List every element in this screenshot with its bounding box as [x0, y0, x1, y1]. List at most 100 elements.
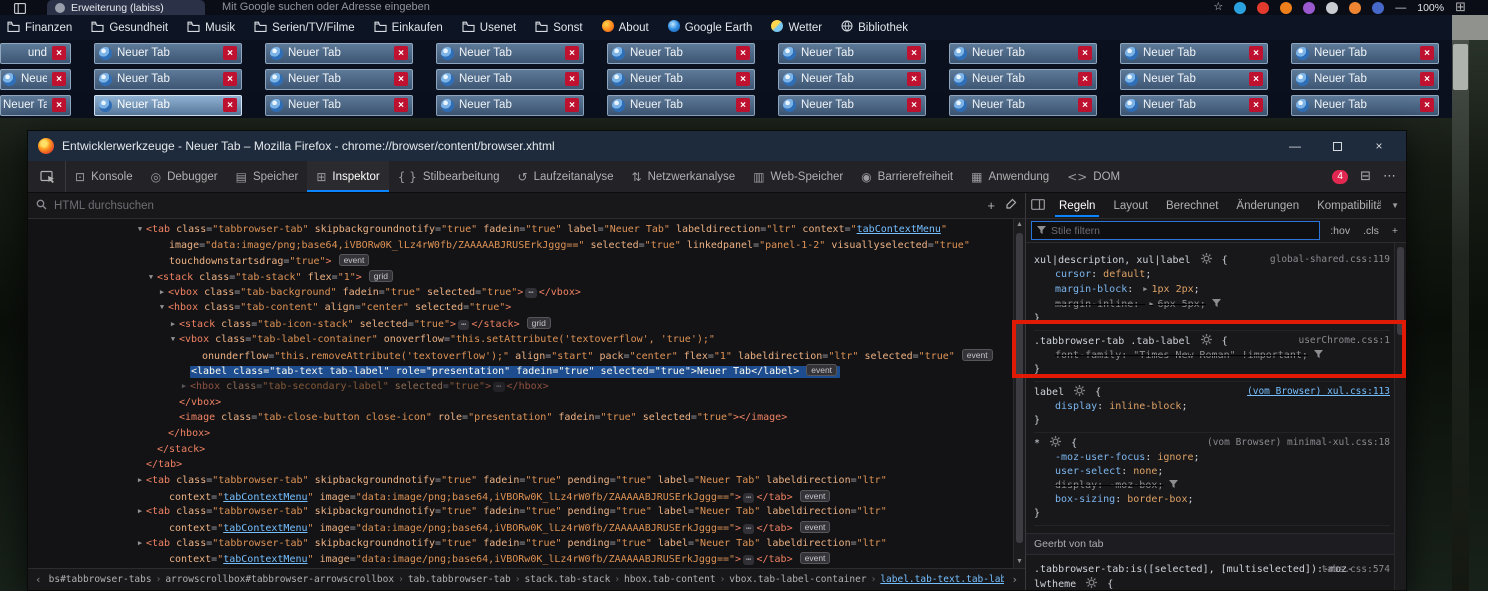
extension-icon-3[interactable]: [1280, 2, 1292, 14]
tab-close-button[interactable]: ×: [394, 46, 408, 60]
css-property[interactable]: box-sizing: border-box;: [1034, 493, 1390, 507]
markup-line[interactable]: ▼<tab class="tabbrowser-tab" skipbackgro…: [28, 222, 1013, 238]
css-property[interactable]: font-family: "Times New Roman" !importan…: [1034, 349, 1390, 363]
twisty-icon[interactable]: ▼: [134, 222, 146, 238]
tool-tab-debugger[interactable]: ◎Debugger: [142, 161, 227, 192]
tab-close-button[interactable]: ×: [52, 46, 66, 60]
tab-close-button[interactable]: ×: [1249, 46, 1263, 60]
event-badge[interactable]: event: [800, 521, 831, 533]
overridden-filter-icon[interactable]: [1212, 299, 1221, 308]
rule-source-link[interactable]: userChrome.css:1: [1298, 334, 1390, 348]
minimize-icon[interactable]: —: [1395, 2, 1406, 14]
twisty-icon[interactable]: ▶: [134, 473, 146, 489]
css-property[interactable]: display: inline-block;: [1034, 400, 1390, 414]
breadcrumb-item[interactable]: vbox.tab-label-container: [729, 574, 866, 585]
twisty-icon[interactable]: ▶: [167, 317, 179, 332]
markup-line[interactable]: ▼<hbox class="tab-content" align="center…: [28, 300, 1013, 316]
rule-source-link[interactable]: tabs.css:574: [1321, 563, 1390, 577]
event-badge[interactable]: event: [800, 552, 831, 564]
markup-line[interactable]: </tab>: [28, 457, 1013, 473]
browser-tab[interactable]: Neuer Tab×: [778, 43, 926, 64]
browser-tab[interactable]: Neuer Tab×: [265, 95, 413, 116]
bookmark-item[interactable]: Finanzen: [7, 21, 72, 35]
add-rule-button[interactable]: +: [1389, 225, 1401, 237]
error-count-badge[interactable]: 4: [1332, 170, 1348, 184]
attribute-link[interactable]: tabContextMenu: [857, 224, 941, 235]
tool-tab-inspektor[interactable]: ⊞Inspektor: [307, 161, 388, 192]
sidebar-tab-berechnet[interactable]: Berechnet: [1158, 196, 1226, 216]
tool-tab-barrierefreiheit[interactable]: ◉Barrierefreiheit: [852, 161, 962, 192]
sidebar-tab-layout[interactable]: Layout: [1105, 196, 1156, 216]
tool-tab-anwendung[interactable]: ▦Anwendung: [962, 161, 1058, 192]
meatball-menu-icon[interactable]: ⋯: [1383, 169, 1396, 184]
tab-close-button[interactable]: ×: [1249, 98, 1263, 112]
tool-tab-stilbearbeitung[interactable]: { }Stilbearbeitung: [389, 161, 509, 192]
browser-tab[interactable]: Neuer Tab×: [778, 95, 926, 116]
rule-source-link[interactable]: (vom Browser) xul.css:113: [1247, 385, 1390, 399]
extension-icon-2[interactable]: [1257, 2, 1269, 14]
browser-tab[interactable]: Neuer Tab×: [1120, 95, 1268, 116]
markup-line[interactable]: ▶<stack class="tab-icon-stack" selected=…: [28, 316, 1013, 332]
tab-close-button[interactable]: ×: [52, 72, 66, 86]
expand-longhands-icon[interactable]: ▶: [1149, 300, 1153, 308]
bookmark-item[interactable]: Bibliothek: [841, 20, 908, 35]
zoom-indicator[interactable]: 100%: [1417, 2, 1444, 14]
event-badge[interactable]: event: [806, 364, 837, 376]
markup-line[interactable]: context="tabContextMenu" image="data:ima…: [28, 551, 1013, 567]
scrollbar-thumb[interactable]: [1016, 233, 1023, 543]
rule-toggle-gear-icon[interactable]: [1201, 334, 1212, 345]
browser-tab[interactable]: Neuer Tab×: [949, 69, 1097, 90]
tab-close-button[interactable]: ×: [223, 72, 237, 86]
tool-tab-dom[interactable]: <>DOM: [1058, 161, 1129, 192]
markup-line-selected[interactable]: <label class="tab-text tab-label" role="…: [28, 363, 1013, 379]
tool-tab-netzwerkanalyse[interactable]: ⇅Netzwerkanalyse: [623, 161, 745, 192]
twisty-icon[interactable]: ▶: [134, 567, 146, 568]
bookmark-item[interactable]: Wetter: [771, 20, 822, 35]
bookmark-item[interactable]: Google Earth: [668, 20, 753, 35]
add-node-icon[interactable]: +: [987, 198, 995, 213]
sidebar-tab-änderungen[interactable]: Änderungen: [1228, 196, 1307, 216]
browser-tab-selected[interactable]: Neuer Tab×: [94, 95, 242, 116]
collapsed-ellipsis[interactable]: ⋯: [525, 288, 536, 298]
tab-close-button[interactable]: ×: [1420, 46, 1434, 60]
tab-close-button[interactable]: ×: [907, 72, 921, 86]
sidebar-tab-kompatibilität[interactable]: Kompatibilität: [1309, 196, 1381, 216]
browser-tab[interactable]: Neuer Tab×: [436, 69, 584, 90]
tool-tab-speicher[interactable]: ▤Speicher: [227, 161, 308, 192]
bookmark-item[interactable]: Sonst: [535, 21, 582, 35]
breadcrumb-item[interactable]: stack.tab-stack: [525, 574, 611, 585]
toggle-pseudo-classes-button[interactable]: :hov: [1327, 225, 1353, 237]
bookmark-item[interactable]: Gesundheit: [91, 21, 168, 35]
browser-tab[interactable]: Neuer Tab×: [607, 43, 755, 64]
markup-line[interactable]: <image class="tab-close-button close-ico…: [28, 410, 1013, 426]
bookmark-item[interactable]: Usenet: [462, 21, 516, 35]
tool-tab-web-speicher[interactable]: ▥Web-Speicher: [744, 161, 852, 192]
rule-toggle-gear-icon[interactable]: [1201, 253, 1212, 264]
collapsed-ellipsis[interactable]: ⋯: [743, 555, 754, 565]
tab-close-button[interactable]: ×: [736, 98, 750, 112]
twisty-icon[interactable]: ▼: [156, 300, 168, 316]
twisty-icon[interactable]: ▶: [134, 504, 146, 520]
browser-tab[interactable]: Neuer Tab×: [778, 69, 926, 90]
browser-tab[interactable]: Neuer Tab×: [436, 95, 584, 116]
element-picker-icon[interactable]: [30, 161, 66, 192]
attribute-link[interactable]: tabContextMenu: [223, 492, 307, 503]
browser-tab[interactable]: Neuer Tab×: [1291, 95, 1439, 116]
extension-icon-7[interactable]: [1372, 2, 1384, 14]
markup-line[interactable]: ▶<tab class="tabbrowser-tab" skipbackgro…: [28, 567, 1013, 568]
attribute-link[interactable]: tabContextMenu: [223, 554, 307, 565]
twisty-icon[interactable]: ▼: [167, 332, 179, 348]
collapsed-ellipsis[interactable]: ⋯: [743, 524, 754, 534]
rule-selector[interactable]: .tabbrowser-tab .tab-label: [1034, 336, 1191, 347]
browser-tab[interactable]: Neuer Tab×: [607, 69, 755, 90]
extension-icon-6[interactable]: [1349, 2, 1361, 14]
twisty-icon[interactable]: ▶: [178, 379, 190, 395]
css-property[interactable]: margin-block: ▶1px 2px;: [1034, 282, 1390, 297]
extension-icon-1[interactable]: [1234, 2, 1246, 14]
browser-tab[interactable]: Neuer Tab×: [949, 95, 1097, 116]
event-badge[interactable]: event: [962, 349, 993, 361]
css-property[interactable]: margin-inline: ▶6px 5px;: [1034, 297, 1390, 312]
markup-line[interactable]: ▶<tab class="tabbrowser-tab" skipbackgro…: [28, 504, 1013, 520]
markup-line[interactable]: ▶<tab class="tabbrowser-tab" skipbackgro…: [28, 536, 1013, 552]
scrollbar-thumb[interactable]: [1453, 44, 1468, 90]
